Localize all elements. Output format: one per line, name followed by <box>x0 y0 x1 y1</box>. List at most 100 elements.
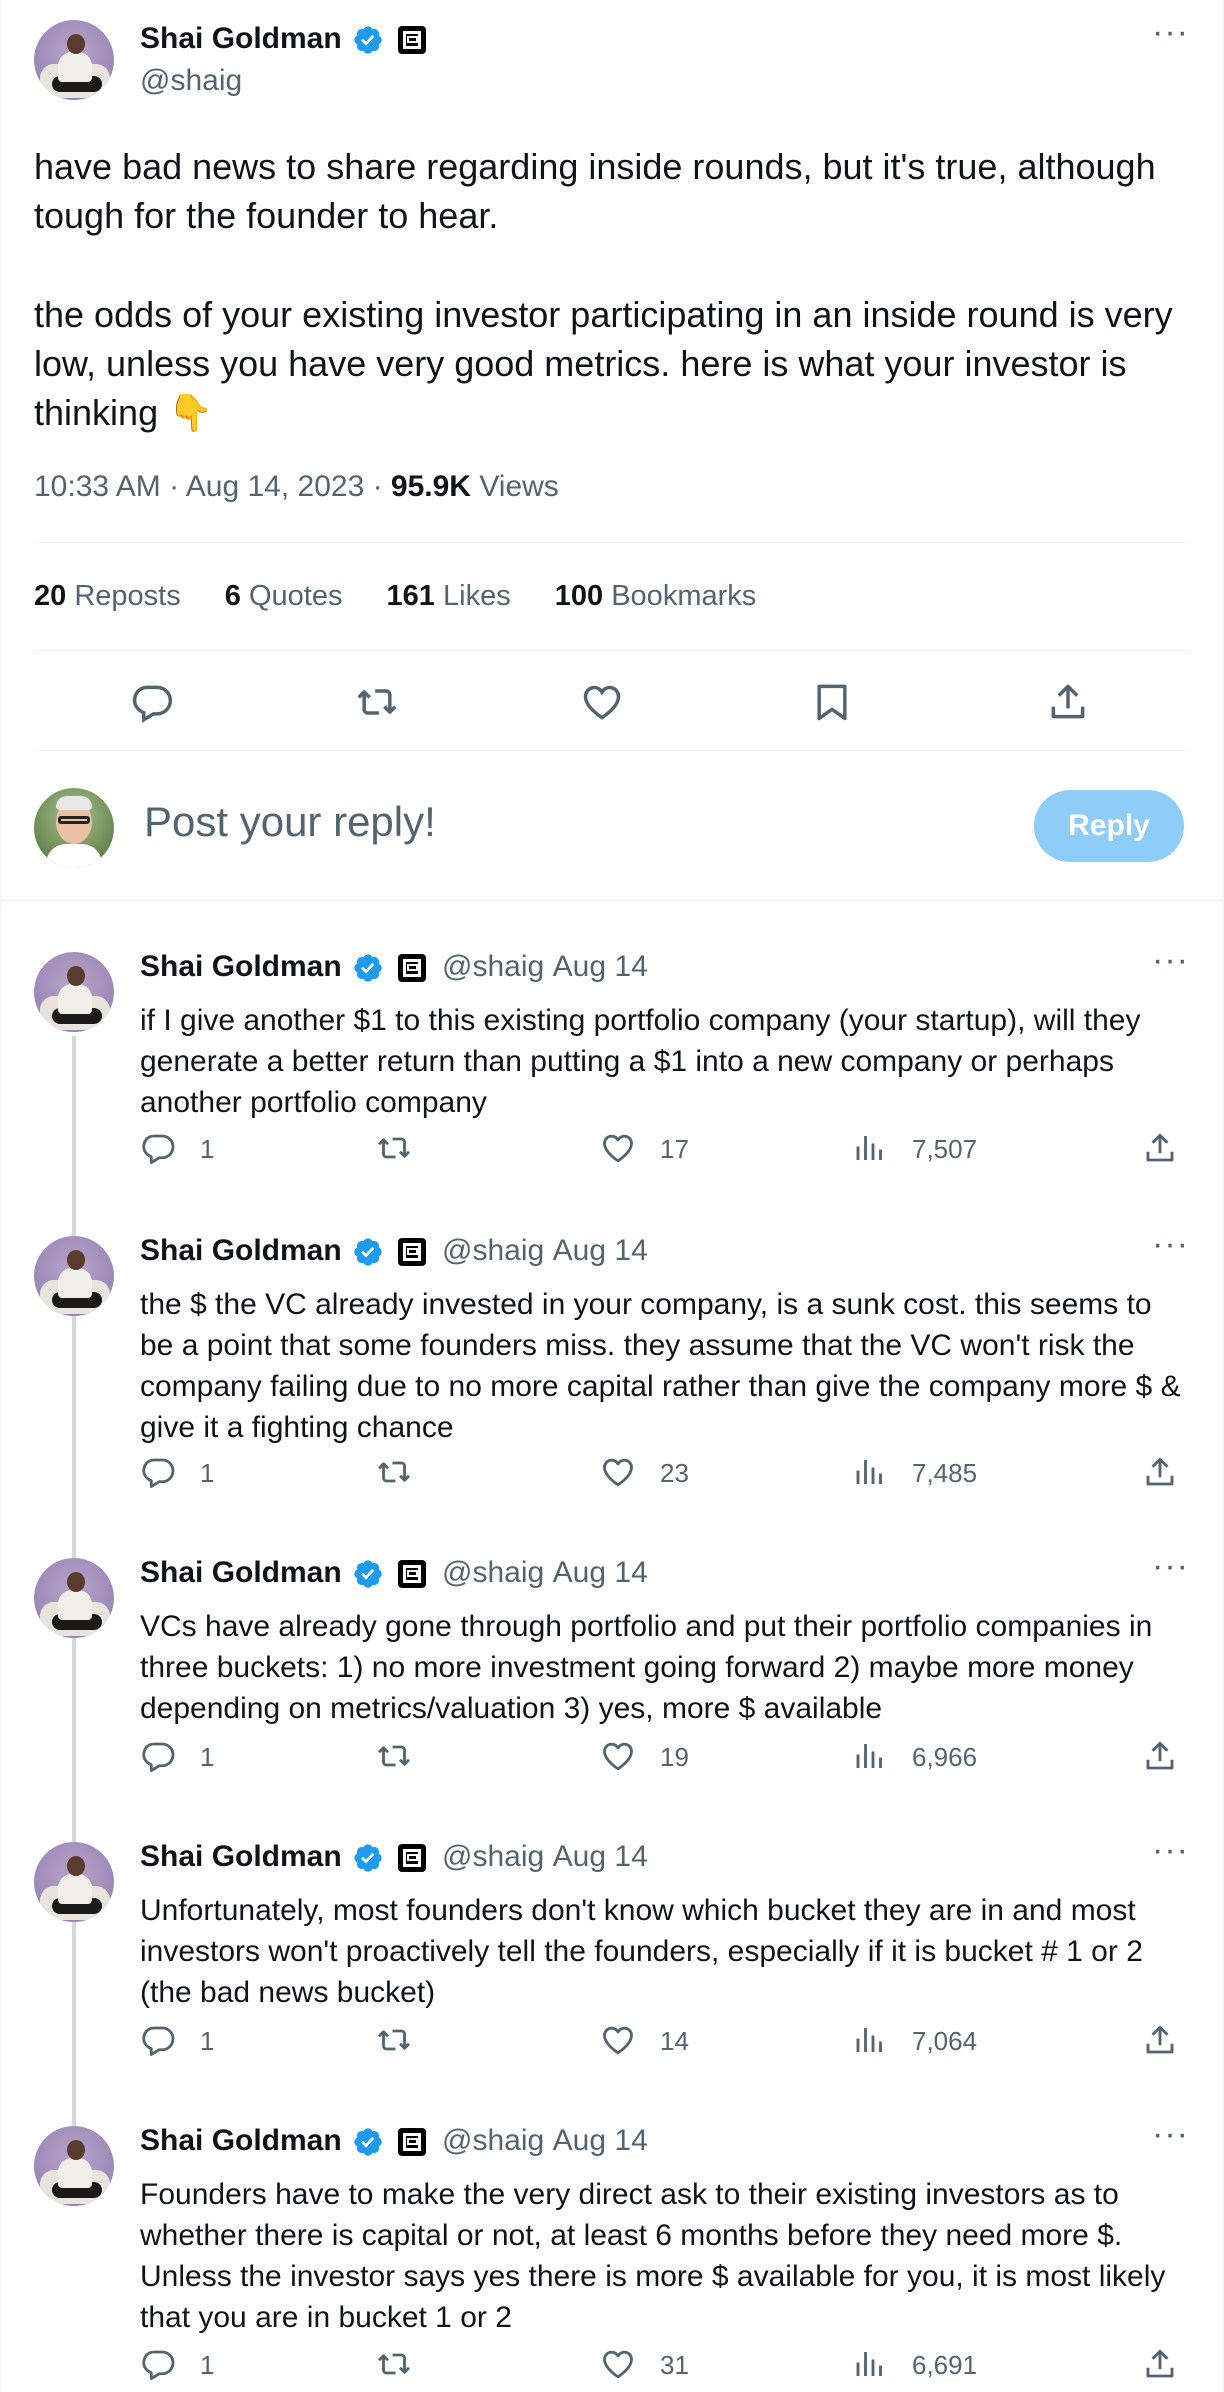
affiliation-badge-icon[interactable] <box>398 1238 426 1266</box>
left-border <box>0 0 1 2392</box>
views-count: 7,485 <box>912 1458 978 1488</box>
divider <box>34 750 1190 751</box>
like-count: 14 <box>660 2026 689 2056</box>
divider <box>34 650 1190 651</box>
reply-author-name[interactable]: Shai Goldman <box>140 2124 342 2158</box>
heart-icon[interactable] <box>600 1454 636 1490</box>
reply-author-avatar[interactable] <box>34 1558 114 1638</box>
repost-icon[interactable] <box>376 2022 412 2058</box>
reply-author-avatar[interactable] <box>34 2126 114 2206</box>
like-count: 17 <box>660 1134 689 1164</box>
reply-author-handle[interactable]: @shaig <box>442 1840 544 1874</box>
reply-author-handle[interactable]: @shaig <box>442 1234 544 1268</box>
verified-badge-icon[interactable] <box>352 1236 384 1268</box>
author-name[interactable]: Shai Goldman <box>140 22 342 56</box>
reply-author-name[interactable]: Shai Goldman <box>140 1840 342 1874</box>
repost-icon[interactable] <box>355 680 399 724</box>
views-count: 6,691 <box>912 2350 978 2380</box>
affiliation-badge-icon[interactable] <box>398 1844 426 1872</box>
repost-icon[interactable] <box>376 1738 412 1774</box>
heart-icon[interactable] <box>600 1738 636 1774</box>
more-icon[interactable]: ··· <box>1152 1227 1189 1261</box>
analytics-icon[interactable] <box>852 1130 888 1166</box>
reply-input[interactable]: Post your reply! <box>144 798 436 846</box>
heart-icon[interactable] <box>600 1130 636 1166</box>
reply-date[interactable]: · Aug 14 <box>536 2124 648 2158</box>
affiliation-badge-icon[interactable] <box>398 2128 426 2156</box>
more-icon[interactable]: ··· <box>1152 943 1189 977</box>
reply-text: if I give another $1 to this existing po… <box>140 1004 1141 1119</box>
affiliation-badge-icon[interactable] <box>398 954 426 982</box>
post-text-paragraph-1: have bad news to share regarding inside … <box>34 146 1156 236</box>
share-icon[interactable] <box>1142 2022 1178 2058</box>
reply-date[interactable]: · Aug 14 <box>536 1556 648 1590</box>
reply-author-avatar[interactable] <box>34 1236 114 1316</box>
reply-author-handle[interactable]: @shaig <box>442 2124 544 2158</box>
reply-text: Founders have to make the very direct as… <box>140 2178 1166 2334</box>
reply-text: Unfortunately, most founders don't know … <box>140 1894 1143 2009</box>
share-icon[interactable] <box>1046 680 1090 724</box>
heart-icon[interactable] <box>600 2346 636 2382</box>
reply-author-handle[interactable]: @shaig <box>442 950 544 984</box>
analytics-icon[interactable] <box>852 2346 888 2382</box>
reply-count: 1 <box>200 2026 215 2056</box>
bookmark-icon[interactable] <box>810 680 854 724</box>
reply-button[interactable]: Reply <box>1034 790 1184 862</box>
affiliation-badge-icon[interactable] <box>398 26 426 54</box>
reply-count: 1 <box>200 1742 215 1772</box>
quotes-stat[interactable]: 6 Quotes <box>225 580 343 613</box>
reposts-stat[interactable]: 20 Reposts <box>34 580 181 613</box>
verified-badge-icon[interactable] <box>352 2126 384 2158</box>
comment-icon[interactable] <box>140 1130 176 1166</box>
reply-count: 1 <box>200 1458 215 1488</box>
reply-author-name[interactable]: Shai Goldman <box>140 950 342 984</box>
repost-icon[interactable] <box>376 1130 412 1166</box>
bookmarks-stat[interactable]: 100 Bookmarks <box>555 580 757 613</box>
reply-count: 1 <box>200 2350 215 2380</box>
comment-icon[interactable] <box>140 2346 176 2382</box>
reply-date[interactable]: · Aug 14 <box>536 1234 648 1268</box>
reply-date[interactable]: · Aug 14 <box>536 950 648 984</box>
verified-badge-icon[interactable] <box>352 952 384 984</box>
analytics-icon[interactable] <box>852 2022 888 2058</box>
reply-date[interactable]: · Aug 14 <box>536 1840 648 1874</box>
analytics-icon[interactable] <box>852 1454 888 1490</box>
verified-badge-icon[interactable] <box>352 1842 384 1874</box>
like-count: 19 <box>660 1742 689 1772</box>
more-icon[interactable]: ··· <box>1152 15 1189 49</box>
analytics-icon[interactable] <box>852 1738 888 1774</box>
comment-icon[interactable] <box>140 1738 176 1774</box>
reply-author-name[interactable]: Shai Goldman <box>140 1556 342 1590</box>
verified-badge-icon[interactable] <box>352 1558 384 1590</box>
reply-text: VCs have already gone through portfolio … <box>140 1610 1153 1725</box>
reply-author-avatar[interactable] <box>34 952 114 1032</box>
author-avatar[interactable] <box>34 20 114 100</box>
reply-author-name[interactable]: Shai Goldman <box>140 1234 342 1268</box>
views-count: 7,064 <box>912 2026 978 2056</box>
post-text-paragraph-2: the odds of your existing investor parti… <box>34 294 1173 433</box>
author-handle[interactable]: @shaig <box>140 64 242 98</box>
post-timestamp[interactable]: 10:33 AM · Aug 14, 2023 · <box>34 470 391 503</box>
verified-badge-icon[interactable] <box>352 24 384 56</box>
comment-icon[interactable] <box>140 2022 176 2058</box>
section-divider <box>0 900 1224 901</box>
reply-author-avatar[interactable] <box>34 1842 114 1922</box>
heart-icon[interactable] <box>600 2022 636 2058</box>
views-count: 95.9K <box>390 470 471 503</box>
current-user-avatar[interactable] <box>34 788 114 868</box>
share-icon[interactable] <box>1142 1130 1178 1166</box>
heart-icon[interactable] <box>580 680 624 724</box>
share-icon[interactable] <box>1142 1454 1178 1490</box>
more-icon[interactable]: ··· <box>1152 2117 1189 2151</box>
repost-icon[interactable] <box>376 1454 412 1490</box>
comment-icon[interactable] <box>140 1454 176 1490</box>
repost-icon[interactable] <box>376 2346 412 2382</box>
more-icon[interactable]: ··· <box>1152 1833 1189 1867</box>
affiliation-badge-icon[interactable] <box>398 1560 426 1588</box>
more-icon[interactable]: ··· <box>1152 1549 1189 1583</box>
share-icon[interactable] <box>1142 1738 1178 1774</box>
comment-icon[interactable] <box>130 680 174 724</box>
reply-author-handle[interactable]: @shaig <box>442 1556 544 1590</box>
likes-stat[interactable]: 161 Likes <box>387 580 511 613</box>
share-icon[interactable] <box>1142 2346 1178 2382</box>
